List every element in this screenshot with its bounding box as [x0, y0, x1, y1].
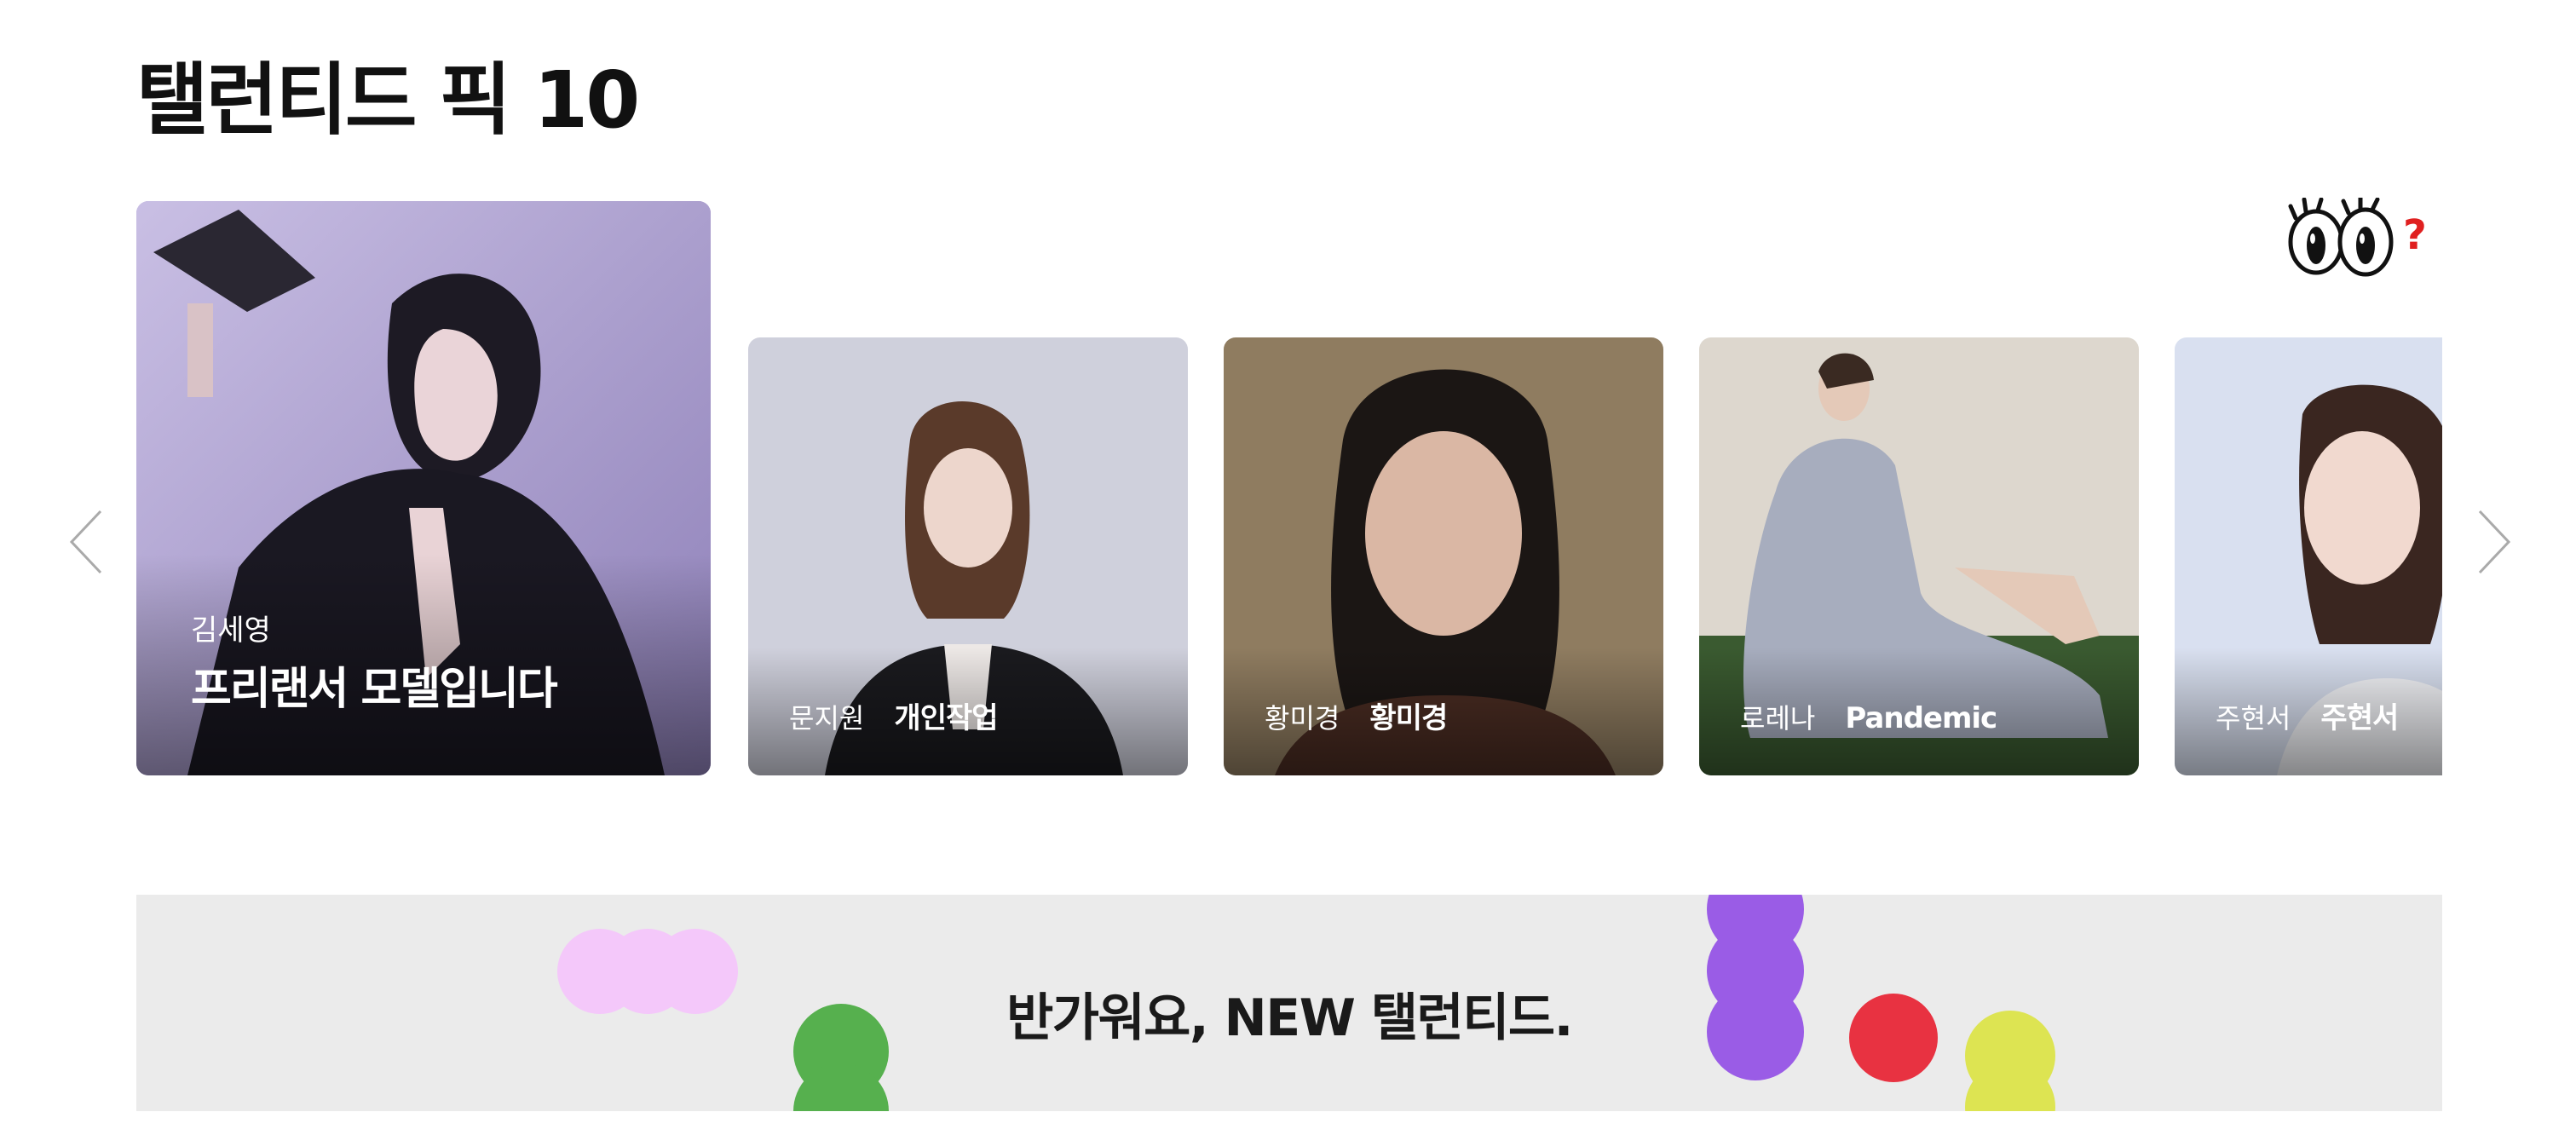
chevron-left-icon[interactable]: [66, 508, 106, 576]
page-title: 탤런티드 픽 10: [136, 55, 640, 146]
talent-card[interactable]: 황미경 황미경: [1224, 337, 1663, 775]
talent-tagline: 개인작업: [894, 701, 998, 735]
talent-card[interactable]: 문지원 개인작업: [748, 337, 1188, 775]
talent-name: 문지원: [789, 702, 865, 735]
chevron-right-icon[interactable]: [2475, 508, 2514, 576]
banner-text: 반가워요, NEW 탤런티드.: [1006, 988, 1573, 1048]
talent-tagline: 황미경: [1369, 701, 1448, 735]
talent-tagline: 주현서: [2320, 701, 2399, 735]
talent-tagline: 프리랜서 모델입니다: [191, 664, 558, 715]
talent-card[interactable]: 로레나 Pandemic: [1699, 337, 2139, 775]
talent-card[interactable]: 주현서 주현서: [2175, 337, 2442, 775]
talent-name: 로레나: [1740, 702, 1816, 735]
talent-name: 황미경: [1265, 702, 1340, 735]
talent-name: 주현서: [2216, 702, 2291, 735]
talent-tagline: Pandemic: [1845, 701, 1997, 735]
talent-name: 김세영: [191, 614, 271, 648]
talent-card-featured[interactable]: 김세영 프리랜서 모델입니다: [136, 201, 711, 775]
talent-carousel: 김세영 프리랜서 모델입니다 문지원 개인작업 황미경 황미경 로레나 Pand…: [136, 201, 2442, 775]
welcome-banner[interactable]: 반가워요, NEW 탤런티드.: [136, 895, 2442, 1111]
